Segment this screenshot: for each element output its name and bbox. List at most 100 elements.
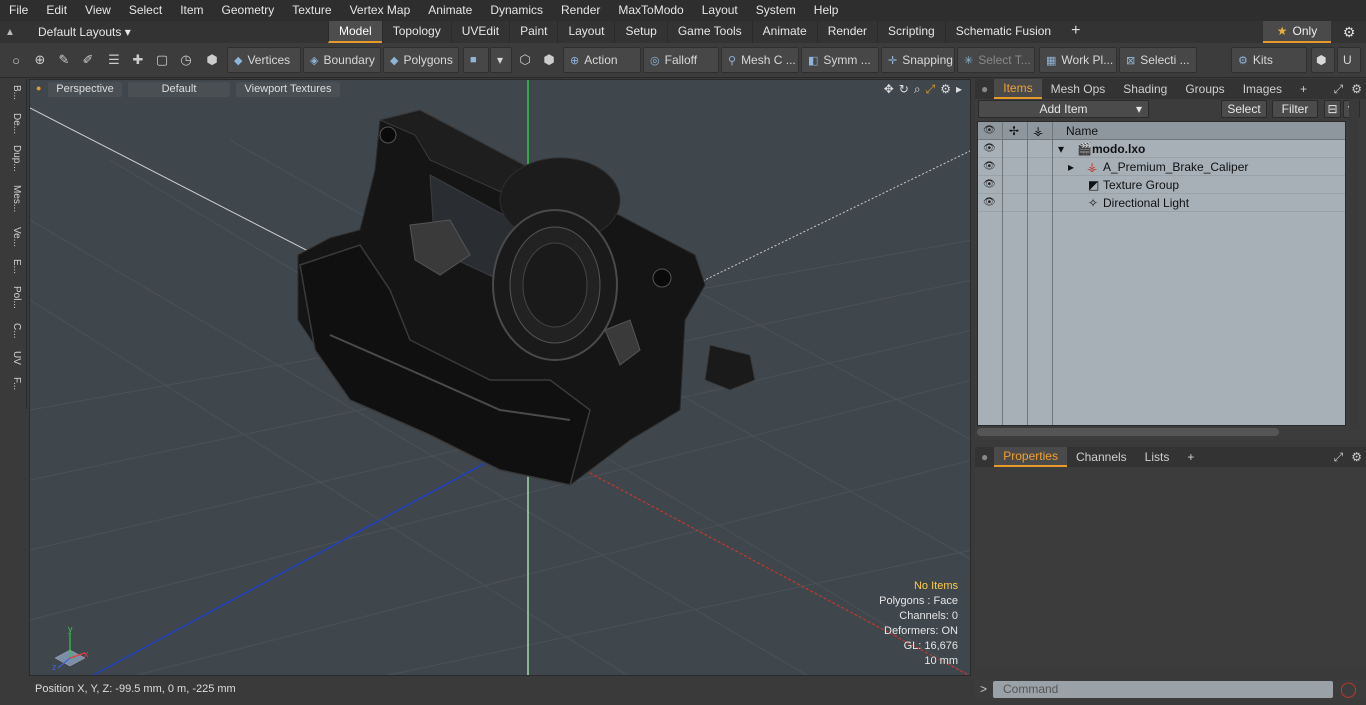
- tab-model[interactable]: Model: [328, 21, 382, 43]
- props-gear-icon[interactable]: ⚙: [1347, 448, 1366, 466]
- menu-animate[interactable]: Animate: [419, 0, 481, 21]
- left-tab-edge[interactable]: E...: [4, 259, 22, 274]
- snapping-button[interactable]: ✛ Snapping: [881, 47, 955, 73]
- left-tab-polygon[interactable]: Pol...: [4, 286, 22, 309]
- panel-menu-dot-icon[interactable]: ●: [975, 80, 994, 98]
- menu-view[interactable]: View: [76, 0, 120, 21]
- add-panel-tab-icon[interactable]: +: [1291, 80, 1316, 98]
- visibility-eye-icon[interactable]: 👁: [983, 194, 996, 212]
- material-icon[interactable]: ⬢: [538, 47, 560, 73]
- work-plane-button[interactable]: ▦ Work Pl...: [1039, 47, 1117, 73]
- action-button[interactable]: ⊕ Action: [563, 47, 641, 73]
- menu-item[interactable]: Item: [171, 0, 212, 21]
- maximize-icon[interactable]: ⤢: [926, 82, 936, 97]
- tree-row-texture-group[interactable]: 👁 ◩ Texture Group: [978, 176, 1345, 194]
- left-tab-duplicate[interactable]: Dup...: [4, 145, 22, 172]
- tab-items[interactable]: Items: [994, 79, 1042, 99]
- only-toggle[interactable]: ★ Only: [1263, 21, 1331, 43]
- select-button[interactable]: Select: [1221, 100, 1267, 118]
- tab-groups[interactable]: Groups: [1176, 80, 1233, 98]
- tree-row-mesh[interactable]: 👁 ▸ ⚶ A_Premium_Brake_Caliper: [978, 158, 1345, 176]
- unity-button[interactable]: ⬢: [1311, 47, 1335, 73]
- tab-animate[interactable]: Animate: [751, 21, 817, 43]
- menu-system[interactable]: System: [747, 0, 805, 21]
- left-tab-uv[interactable]: UV: [4, 351, 22, 365]
- brush-icon[interactable]: ✐: [77, 47, 99, 73]
- select-through-button[interactable]: ✳ Select T...: [957, 47, 1035, 73]
- expand-arrow-icon[interactable]: ▾: [1058, 140, 1064, 158]
- visibility-eye-icon[interactable]: 👁: [983, 158, 996, 176]
- add-item-button[interactable]: Add Item ▾: [978, 100, 1149, 118]
- 3d-viewport[interactable]: y x z ● Perspective Default Viewport Tex…: [29, 79, 971, 676]
- falloff-button[interactable]: ◎ Falloff: [643, 47, 719, 73]
- menu-file[interactable]: File: [0, 0, 37, 21]
- gear-icon[interactable]: ⚙: [1333, 21, 1365, 43]
- tab-game-tools[interactable]: Game Tools: [666, 21, 752, 43]
- menu-edit[interactable]: Edit: [37, 0, 76, 21]
- menu-dynamics[interactable]: Dynamics: [481, 0, 552, 21]
- rotate-view-icon[interactable]: ↻: [899, 82, 909, 97]
- tab-render[interactable]: Render: [816, 21, 877, 43]
- mode-dropdown-button[interactable]: ▾: [490, 47, 512, 73]
- clock-icon[interactable]: ◷: [175, 47, 197, 73]
- tree-row-scene[interactable]: 👁 ▾ 🎬 modo.lxo: [978, 140, 1345, 158]
- left-tab-curve[interactable]: C...: [4, 323, 22, 339]
- pen-icon[interactable]: ✎: [53, 47, 75, 73]
- selection-sets-button[interactable]: ⊠ Selecti ...: [1119, 47, 1197, 73]
- tab-topology[interactable]: Topology: [381, 21, 451, 43]
- left-tab-basic[interactable]: B...: [4, 85, 22, 100]
- menu-maxtomodo[interactable]: MaxToModo: [609, 0, 692, 21]
- tab-uvedit[interactable]: UVEdit: [450, 21, 509, 43]
- move-view-icon[interactable]: ✥: [884, 82, 894, 97]
- tab-scripting[interactable]: Scripting: [877, 21, 945, 43]
- viewport-more-icon[interactable]: ▸: [956, 82, 962, 97]
- name-column-header[interactable]: Name: [1066, 122, 1098, 140]
- tab-setup[interactable]: Setup: [614, 21, 666, 43]
- tab-paint[interactable]: Paint: [509, 21, 557, 43]
- viewport-menu-dot-icon[interactable]: ●: [36, 83, 41, 93]
- left-tab-vertex[interactable]: Ve...: [4, 227, 22, 247]
- props-menu-dot-icon[interactable]: ●: [975, 448, 994, 466]
- menu-layout[interactable]: Layout: [693, 0, 747, 21]
- cube-mode-button[interactable]: ■: [463, 47, 489, 73]
- left-tab-mesh-edit[interactable]: Mes...: [4, 185, 22, 212]
- collapse-arrow-icon[interactable]: ▸: [1068, 158, 1074, 176]
- tab-lists[interactable]: Lists: [1136, 448, 1179, 466]
- align-icon[interactable]: ☰: [103, 47, 125, 73]
- kits-button[interactable]: ⚙ Kits: [1231, 47, 1307, 73]
- vertices-button[interactable]: ◆ Vertices: [227, 47, 301, 73]
- boundary-button[interactable]: ◈ Boundary: [303, 47, 381, 73]
- menu-texture[interactable]: Texture: [283, 0, 340, 21]
- element-icon[interactable]: ⬡: [514, 47, 536, 73]
- add-props-tab-icon[interactable]: +: [1178, 448, 1203, 466]
- mesh-constraint-button[interactable]: ⚲ Mesh C ...: [721, 47, 799, 73]
- expand-props-icon[interactable]: ⤢: [1330, 448, 1348, 466]
- visibility-eye-icon[interactable]: 👁: [983, 176, 996, 194]
- layout-arrow-icon[interactable]: ▲: [0, 21, 20, 43]
- tab-images[interactable]: Images: [1234, 80, 1291, 98]
- filter-button[interactable]: Filter: [1272, 100, 1318, 118]
- globe-icon[interactable]: ⊕: [29, 47, 51, 73]
- tree-row-light[interactable]: 👁 ✧ Directional Light: [978, 194, 1345, 212]
- zoom-icon[interactable]: ⌕: [914, 82, 921, 97]
- viewport-gear-icon[interactable]: ⚙: [940, 82, 951, 97]
- left-tab-fusion[interactable]: F...: [4, 377, 22, 390]
- unreal-button[interactable]: U: [1337, 47, 1361, 73]
- menu-vertex-map[interactable]: Vertex Map: [341, 0, 420, 21]
- symmetry-button[interactable]: ◧ Symm ...: [801, 47, 879, 73]
- shield-icon[interactable]: ⬢: [201, 47, 223, 73]
- menu-geometry[interactable]: Geometry: [213, 0, 284, 21]
- tree-horizontal-scrollbar[interactable]: [977, 428, 1279, 436]
- square-icon[interactable]: ▢: [151, 47, 173, 73]
- default-layouts-dropdown[interactable]: Default Layouts ▾: [20, 25, 137, 39]
- menu-select[interactable]: Select: [120, 0, 171, 21]
- add-tab-icon[interactable]: +: [1061, 21, 1090, 43]
- record-icon[interactable]: ◯: [1340, 680, 1357, 698]
- command-input[interactable]: Command: [993, 681, 1333, 698]
- panel-vertical-scrollbar[interactable]: [1349, 100, 1359, 430]
- expand-panel-icon[interactable]: ⤢: [1330, 80, 1348, 98]
- circle-select-icon[interactable]: ○: [5, 47, 27, 73]
- tab-channels[interactable]: Channels: [1067, 448, 1136, 466]
- polygons-button[interactable]: ◆ Polygons: [383, 47, 459, 73]
- menu-render[interactable]: Render: [552, 0, 609, 21]
